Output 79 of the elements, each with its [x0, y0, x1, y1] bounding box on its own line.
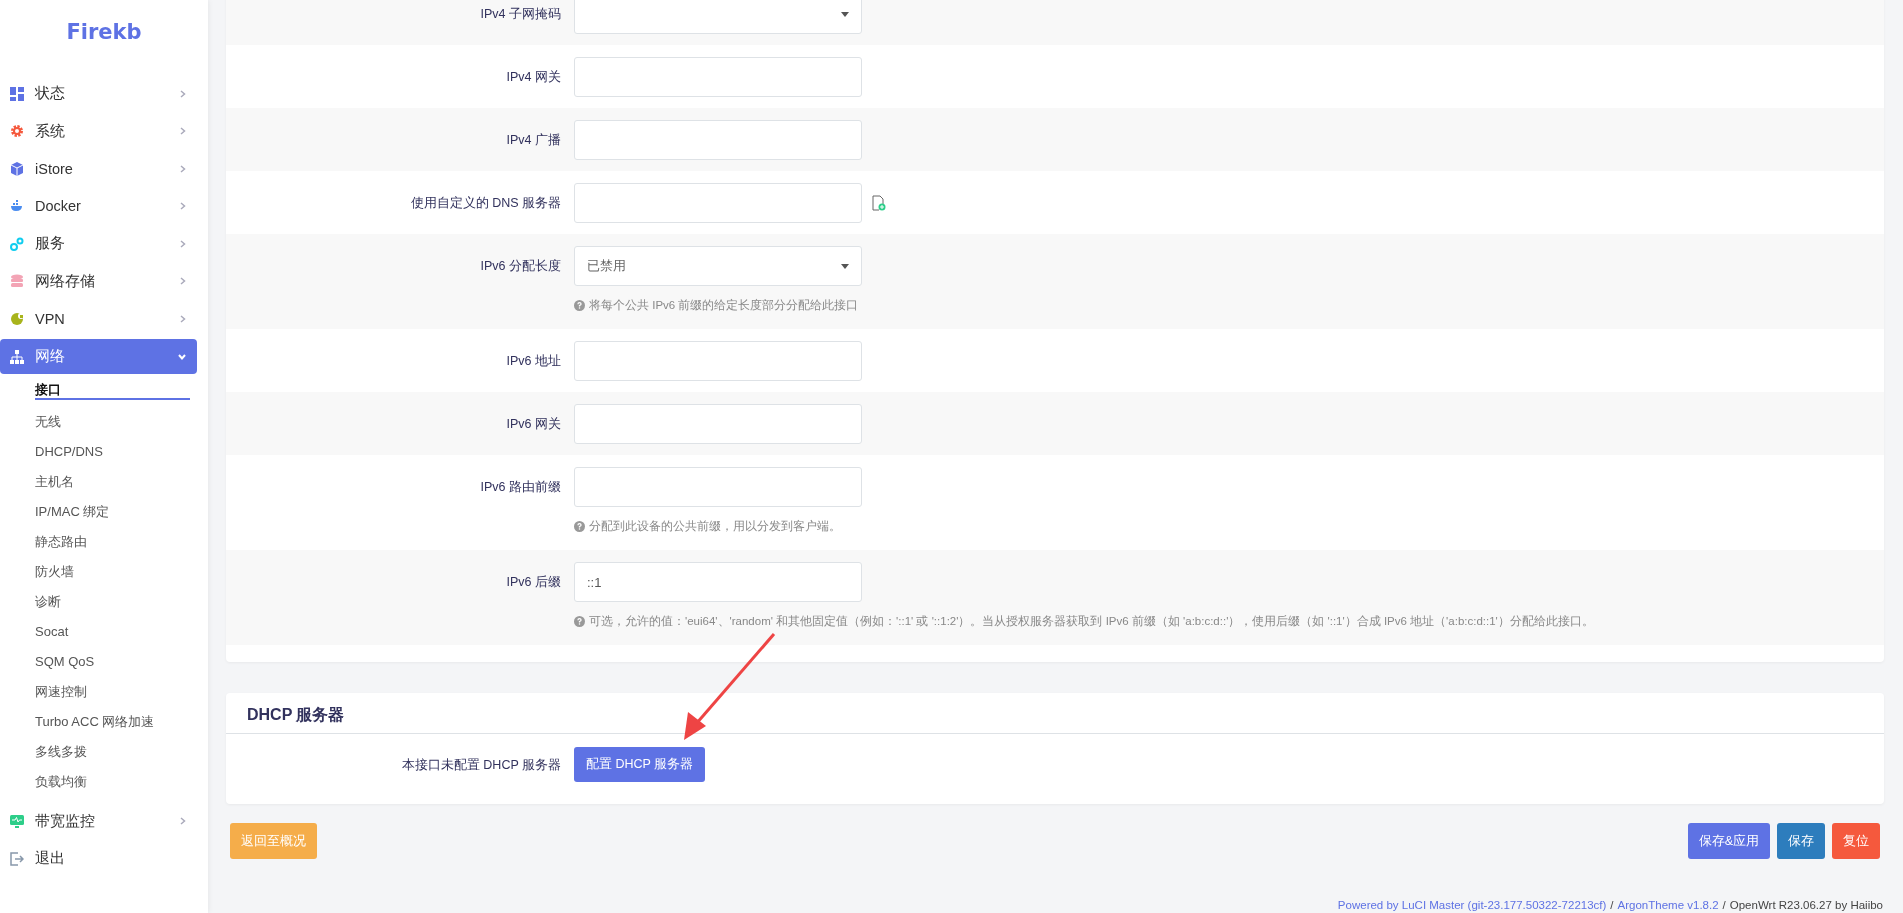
input-field[interactable] — [574, 183, 862, 223]
submenu-item[interactable]: 网速控制 — [35, 681, 87, 702]
sidebar-item[interactable]: 网络 — [0, 339, 197, 375]
input-field[interactable]: ::1 — [574, 562, 862, 602]
sidebar-item[interactable]: 系统 — [0, 113, 198, 149]
help-text: 可选，允许的值：'eui64'、'random' 和其他固定值（例如：'::1' 或 '::1:2'）。当从授权服务器获取到 IPv6 前缀（如 'a:b:c:d::'），使用后缀（如 '::1'）合成 IPv6 地址（'a:b:c:d::1'）分配给此接口。 — [589, 614, 1594, 629]
submenu-item[interactable]: Socat — [35, 621, 69, 642]
input-field[interactable] — [574, 120, 862, 160]
help-icon — [574, 521, 585, 532]
dropdown[interactable]: 已禁用 — [574, 246, 862, 286]
menu-icon — [10, 86, 24, 101]
chevron-right-icon — [178, 238, 188, 249]
submenu-item[interactable]: 诊断 — [35, 591, 61, 612]
menu-icon — [10, 312, 24, 327]
submenu-item[interactable]: 接口 — [35, 379, 190, 400]
sidebar-item[interactable]: VPN — [0, 301, 198, 337]
menu-icon — [10, 349, 24, 364]
caret-icon — [841, 11, 849, 17]
sidebar-item[interactable]: 服务 — [0, 226, 198, 262]
chevron-right-icon — [178, 276, 188, 287]
field-label: 使用自定义的 DNS 服务器 — [409, 195, 562, 212]
submenu-item[interactable]: SQM QoS — [35, 651, 95, 672]
caret-icon — [841, 263, 849, 269]
action-button[interactable]: 保存 — [1777, 823, 1825, 859]
submenu-item[interactable]: 静态路由 — [35, 531, 87, 552]
menu-icon — [10, 274, 24, 289]
menu-icon — [10, 851, 24, 866]
sidebar-item[interactable]: 退出 — [0, 841, 198, 877]
footer-text: OpenWrt R23.06.27 by Haiibo — [1729, 899, 1883, 911]
chevron-right-icon — [178, 201, 188, 212]
menu-icon — [10, 161, 24, 176]
submenu-item[interactable]: 多线多拨 — [35, 741, 87, 762]
help-text: 将每个公共 IPv6 前缀的给定长度部分分配给此接口 — [589, 298, 859, 313]
logo: Firekb — [65, 19, 143, 46]
field-label: IPv6 路由前缀 — [479, 479, 562, 496]
sidebar-item[interactable]: Docker — [0, 188, 198, 224]
chevron-right-icon — [178, 163, 188, 174]
sidebar-item[interactable]: iStore — [0, 151, 198, 187]
configure-dhcp-button[interactable]: 配置 DHCP 服务器 — [574, 747, 706, 782]
submenu-item[interactable]: DHCP/DNS — [35, 441, 103, 462]
help-icon — [574, 616, 585, 627]
field-label: IPv6 地址 — [505, 353, 562, 370]
field-label: 本接口未配置 DHCP 服务器 — [400, 757, 562, 772]
menu-icon — [10, 199, 24, 214]
field-label: IPv4 网关 — [505, 69, 562, 86]
submenu-item[interactable]: 防火墙 — [35, 561, 74, 582]
sidebar-item[interactable]: 网络存储 — [0, 263, 198, 299]
menu-icon — [10, 814, 24, 829]
footer-text: / — [1610, 899, 1614, 911]
submenu-item[interactable]: 负载均衡 — [35, 771, 87, 792]
dropdown[interactable] — [574, 0, 862, 34]
field-label: IPv6 分配长度 — [479, 258, 562, 275]
help-text: 分配到此设备的公共前缀，用以分发到客户端。 — [589, 519, 841, 534]
field-label: IPv4 广播 — [505, 132, 562, 149]
input-field[interactable] — [574, 57, 862, 97]
submenu-item[interactable]: 主机名 — [35, 471, 74, 492]
sidebar-item[interactable]: 带宽监控 — [0, 803, 198, 839]
input-field[interactable] — [574, 467, 862, 507]
chevron-right-icon — [178, 314, 188, 325]
help-icon — [574, 300, 585, 311]
sidebar-item[interactable]: 状态 — [0, 76, 198, 111]
input-field[interactable] — [574, 341, 862, 381]
field-label: IPv4 子网掩码 — [479, 6, 562, 23]
input-field[interactable] — [574, 404, 862, 444]
footer-link[interactable]: ArgonTheme v1.8.2 — [1617, 899, 1719, 911]
menu-icon — [10, 124, 24, 139]
footer-link[interactable]: Powered by LuCI Master (git-23.177.50322-72213cf) — [1337, 899, 1607, 911]
field-label: IPv6 网关 — [505, 416, 562, 433]
action-button[interactable]: 保存&应用 — [1687, 823, 1770, 859]
footer-text: / — [1722, 899, 1726, 911]
field-label: IPv6 后缀 — [505, 574, 562, 591]
chevron-right-icon — [178, 816, 188, 827]
file-add-icon[interactable] — [872, 195, 886, 211]
chevron-right-icon — [178, 126, 188, 137]
menu-icon — [10, 236, 24, 251]
submenu-item[interactable]: 无线 — [35, 411, 61, 432]
submenu-item[interactable]: IP/MAC 绑定 — [35, 501, 110, 522]
chevron-right-icon — [178, 88, 188, 99]
submenu-item[interactable]: Turbo ACC 网络加速 — [35, 711, 155, 732]
